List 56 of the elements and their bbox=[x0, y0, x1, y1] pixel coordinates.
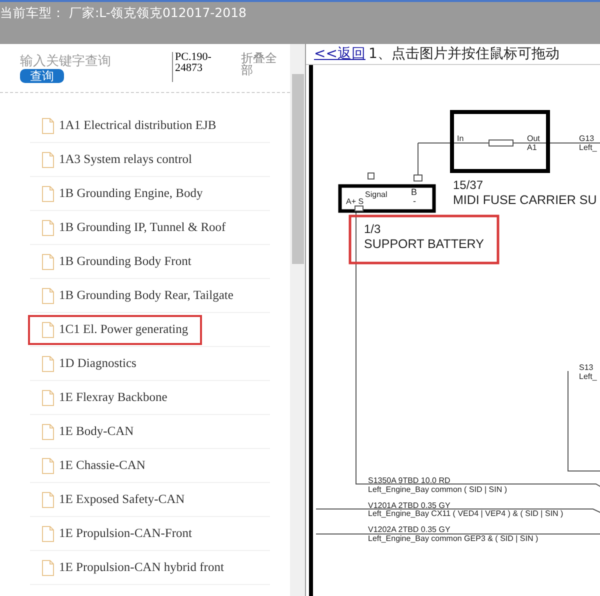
diagram-label: G13 bbox=[579, 134, 594, 143]
tree-item[interactable]: 1E Propulsion-CAN-Front bbox=[28, 518, 206, 548]
diagram-label: A1 bbox=[527, 143, 537, 152]
diagram-label: S13 bbox=[579, 363, 594, 372]
diagram-label: S1350A 9TBD 10.0 RD bbox=[368, 476, 450, 485]
part-code: PC.190-24873 bbox=[172, 52, 235, 82]
diagram-label: Signal bbox=[365, 190, 388, 199]
scrollbar[interactable] bbox=[290, 44, 305, 596]
tree-item[interactable]: 1E Exposed Safety-CAN bbox=[28, 484, 199, 514]
diagram-label: SUPPORT BATTERY bbox=[364, 237, 484, 251]
tree-item[interactable]: 1C1 El. Power generating bbox=[28, 314, 202, 344]
diagram-label: B bbox=[411, 187, 418, 197]
diagram-label: V1202A 2TBD 0.35 GY bbox=[368, 525, 450, 534]
diagram-label: 15/37 bbox=[453, 178, 484, 192]
diagram-label: Left_Engine_Bay CX11 ( VED4 | VEP4 ) & ( SID | SIN ) bbox=[368, 509, 564, 518]
tree-item[interactable]: 1D Diagnostics bbox=[28, 348, 150, 378]
tree-item[interactable]: 1B Grounding IP, Tunnel & Roof bbox=[28, 212, 240, 242]
window-title: 当前车型： 厂家:L-领克领克012017-2018 bbox=[0, 4, 246, 22]
document-icon bbox=[42, 152, 54, 168]
diagram-label: V1201A 2TBD 0.35 GY bbox=[368, 501, 450, 510]
diagram-label: Left_ bbox=[579, 372, 597, 381]
document-icon bbox=[42, 322, 54, 338]
diagram-label: - bbox=[413, 196, 416, 206]
document-icon bbox=[42, 118, 54, 134]
search-button[interactable]: 查询 bbox=[20, 69, 64, 83]
tree-item[interactable]: 1A3 System relays control bbox=[28, 144, 206, 174]
tree-item[interactable]: 1E Chassie-CAN bbox=[28, 450, 160, 480]
document-icon bbox=[42, 424, 54, 440]
diagram-label: In bbox=[457, 134, 464, 143]
document-icon bbox=[42, 560, 54, 576]
document-icon bbox=[42, 492, 54, 508]
document-icon bbox=[42, 254, 54, 270]
tree-item[interactable]: 1A1 Electrical distribution EJB bbox=[28, 110, 230, 140]
diagram-label: Left_Engine_Bay common GEP3 & ( SID | SIN ) bbox=[368, 534, 538, 543]
back-link[interactable]: <<返回 bbox=[314, 45, 366, 63]
tree-item[interactable]: 1E Flexray Backbone bbox=[28, 382, 182, 412]
diagram-label: Left_Engine_Bay common ( SID | SIN ) bbox=[368, 485, 508, 494]
document-icon bbox=[42, 186, 54, 202]
document-icon bbox=[42, 356, 54, 372]
tree-item[interactable]: 1E Body-CAN bbox=[28, 416, 148, 446]
document-icon bbox=[42, 458, 54, 474]
document-icon bbox=[42, 220, 54, 236]
diagram-label: A+ S bbox=[346, 197, 364, 206]
diagram-label: MIDI FUSE CARRIER SU bbox=[453, 193, 597, 207]
tree-item[interactable]: 1B Grounding Body Rear, Tailgate bbox=[28, 280, 248, 310]
tree-item[interactable]: 1B Grounding Body Front bbox=[28, 246, 206, 276]
document-icon bbox=[42, 288, 54, 304]
document-icon bbox=[42, 526, 54, 542]
collapse-all-link[interactable]: 折叠全部 bbox=[241, 52, 283, 92]
diagram-label: Left_ bbox=[579, 143, 597, 152]
document-icon bbox=[42, 390, 54, 406]
tree-item[interactable]: 1B Grounding Engine, Body bbox=[28, 178, 217, 208]
diagram-label: Out bbox=[527, 134, 540, 143]
tree-item[interactable]: 1E Propulsion-CAN hybrid front bbox=[28, 552, 238, 582]
instruction-text: 1、点击图片并按住鼠标可拖动 bbox=[368, 45, 560, 63]
diagram-label: 1/3 bbox=[364, 222, 381, 236]
